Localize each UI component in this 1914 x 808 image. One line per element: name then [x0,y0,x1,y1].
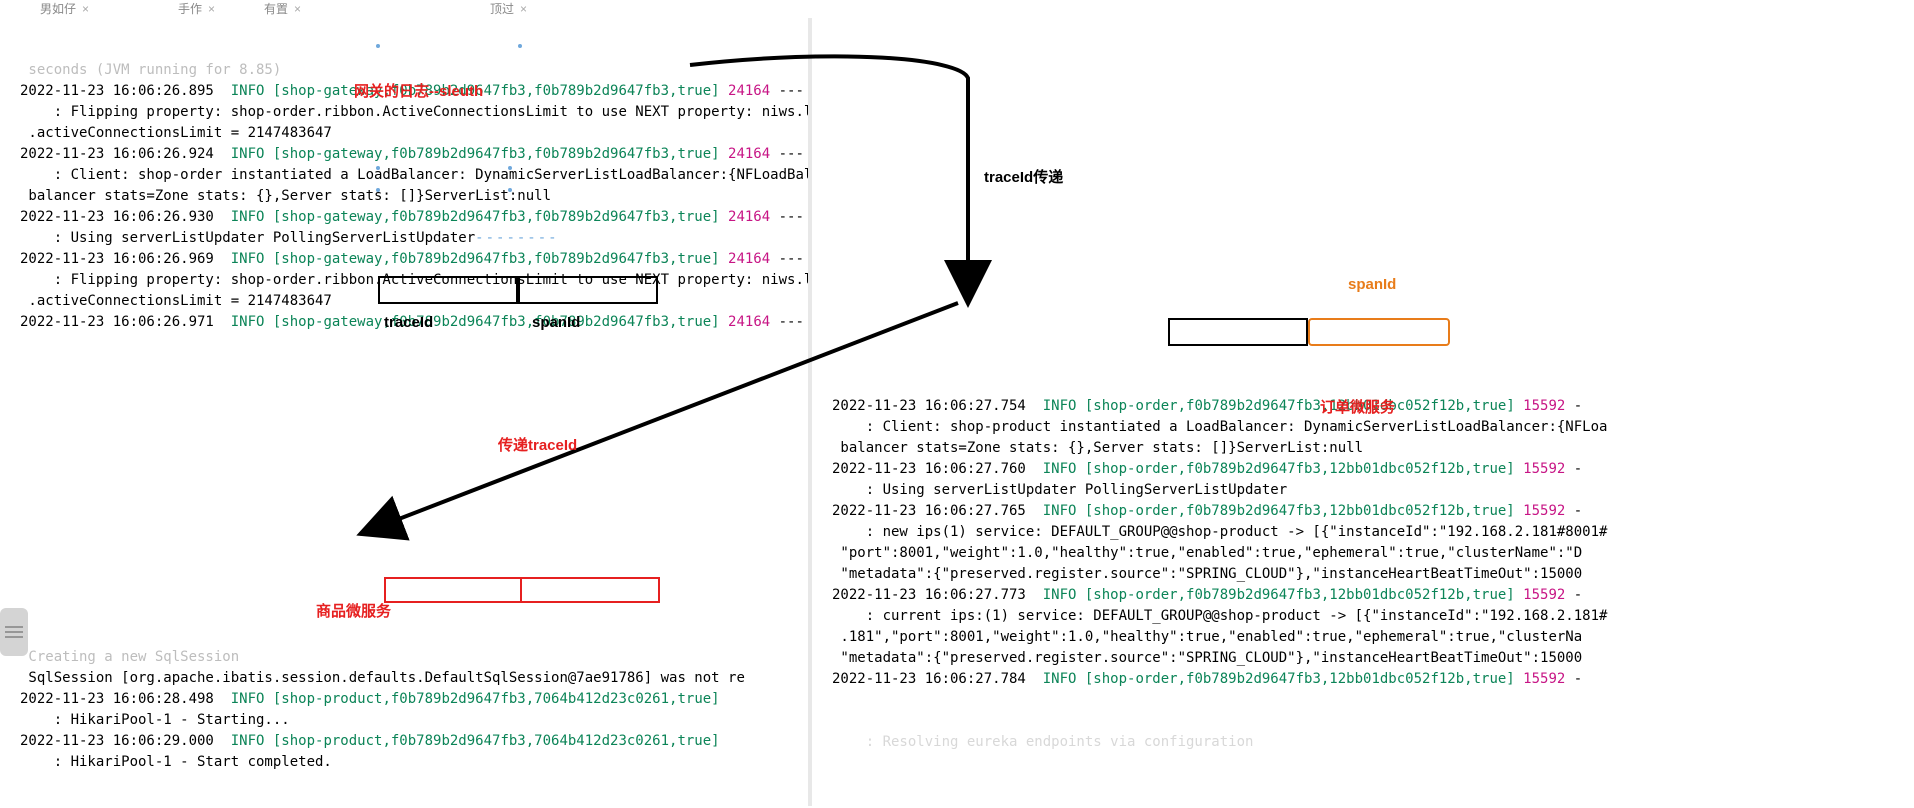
annot-product-svc: 商品微服务 [316,600,391,621]
close-icon[interactable]: × [520,2,530,12]
tab-3[interactable]: 有置 × [264,0,304,17]
page-root: 男如仔 × 手作 × 有置 × 顶过 × seconds (JVM running fo… [0,0,1914,808]
close-icon[interactable]: × [82,2,92,12]
annot-pass-traceid: 传递traceId [498,434,577,455]
annot-order-svc: 订单微服务 [1320,396,1395,417]
tab-label: 顶过 [490,2,514,16]
close-icon[interactable]: × [294,2,304,12]
tab-label: 有置 [264,2,288,16]
tab-strip: 男如仔 × 手作 × 有置 × 顶过 × [0,0,1914,18]
tab-label: 男如仔 [40,2,76,16]
annot-spanid-orange: spanId [1348,276,1396,293]
tab-label: 手作 [178,2,202,16]
arrow-traceid-propagate [0,18,1914,806]
tab-2[interactable]: 手作 × [178,0,218,17]
annot-traceid-pass: traceId传递 [984,166,1063,187]
annot-gateway-sleuth: 网关的日志--sleuth [354,80,483,101]
tab-4[interactable]: 顶过 × [490,0,530,17]
editor-area: seconds (JVM running for 8.85)2022-11-23… [0,18,1914,806]
tab-1[interactable]: 男如仔 × [40,0,92,17]
annot-traceid: traceId [384,314,433,331]
annot-spanid: spanId [532,314,580,331]
close-icon[interactable]: × [208,2,218,12]
